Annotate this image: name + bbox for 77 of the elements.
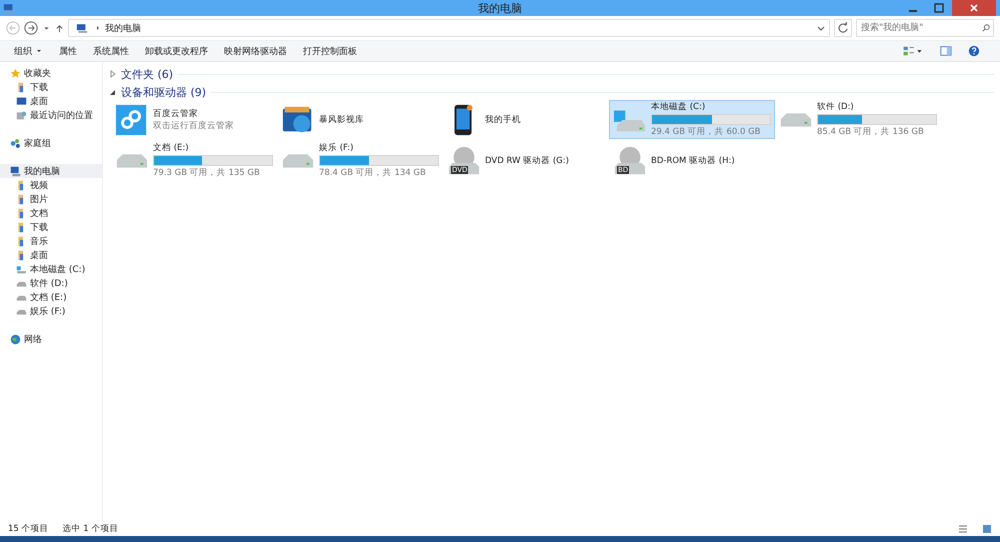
drive-icon [16,264,27,274]
sidebar-item[interactable]: 文档 [0,206,102,220]
item-count: 15 个项目 [8,522,49,534]
window-title: 我的电脑 [478,0,522,16]
cloud-app-icon [115,104,149,136]
group-header[interactable]: 设备和驱动器 (9) [121,84,206,100]
drive-tile[interactable]: 文档 (E:) 79.3 GB 可用，共 135 GB [111,141,277,180]
computer-icon [76,22,88,34]
sidebar-item[interactable]: 下载 [0,80,102,94]
details-view-icon[interactable] [958,524,968,534]
globe-icon [10,334,21,344]
search-icon [982,24,990,32]
sidebar-item[interactable]: 网络 [0,332,102,346]
chevron-down-icon[interactable] [817,24,825,32]
free-space-text: 29.4 GB 可用，共 60.0 GB [651,126,762,138]
hard-drive-icon [115,152,149,168]
refresh-icon[interactable] [834,19,852,37]
free-space-text: 78.4 GB 可用，共 134 GB [319,167,427,179]
toolbar-button[interactable]: 系统属性 [87,42,135,60]
address-field[interactable]: 我的电脑 [68,19,830,37]
preview-pane-icon[interactable] [940,45,952,57]
computer-icon [10,166,21,176]
homegroup-icon [10,138,21,148]
drive-tile[interactable]: 娱乐 (F:) 78.4 GB 可用，共 134 GB [277,141,443,180]
item-name: 百度云管家 [153,108,199,120]
toolbar-button[interactable]: 卸载或更改程序 [139,42,214,60]
toolbar-button[interactable]: 打开控制面板 [297,42,363,60]
free-space-text: 85.4 GB 可用，共 136 GB [817,126,925,138]
hard-drive-icon [281,152,315,168]
group-header[interactable]: 文件夹 (6) [121,66,174,82]
item-description: 双击运行百度云管家 [153,120,235,132]
sidebar-item[interactable]: 视频 [0,178,102,192]
sidebar-item[interactable]: 娱乐 (F:) [0,304,102,318]
item-name: DVD RW 驱动器 (G:) [485,154,570,166]
sidebar-item[interactable]: 下载 [0,220,102,234]
sidebar-item[interactable]: 音乐 [0,234,102,248]
drive-tile[interactable]: 本地磁盘 (C:) 29.4 GB 可用，共 60.0 GB [609,100,775,139]
sidebar-item[interactable]: 我的电脑 [0,164,102,178]
sidebar-item[interactable]: 软件 (D:) [0,276,102,290]
help-icon[interactable] [968,45,980,57]
item-name: 暴风影视库 [319,114,365,126]
chevron-icon [94,24,102,32]
close-button[interactable] [952,0,996,16]
hard-drive-icon [779,112,813,128]
sidebar-item[interactable]: 家庭组 [0,136,102,150]
item-name: 软件 (D:) [817,101,855,113]
sidebar-item[interactable]: 桌面 [0,248,102,262]
selection-count: 选中 1 个项目 [62,522,118,534]
desktop-icon [16,96,27,106]
tiles-view-icon[interactable] [982,524,992,534]
toolbar-button[interactable]: 组织 [8,42,49,60]
sidebar-item[interactable]: 文档 (E:) [0,290,102,304]
item-name: 娱乐 (F:) [319,142,354,154]
drive-tile[interactable]: 暴风影视库 [277,100,443,139]
computer-icon [3,2,15,14]
item-name: 我的手机 [485,114,522,126]
drive-tile[interactable]: 我的手机 [443,100,609,139]
item-name: 本地磁盘 (C:) [651,101,706,113]
view-options-icon[interactable] [902,45,924,57]
free-space-text: 79.3 GB 可用，共 135 GB [153,167,261,179]
forward-icon[interactable] [24,21,38,35]
star-icon [10,68,21,78]
sidebar-item[interactable]: 桌面 [0,94,102,108]
item-name: BD-ROM 驱动器 (H:) [651,154,736,166]
sidebar-item[interactable]: 本地磁盘 (C:) [0,262,102,276]
drive-tile[interactable]: 百度云管家 双击运行百度云管家 [111,100,277,139]
expand-icon[interactable] [109,70,117,78]
drive-tile[interactable]: 软件 (D:) 85.4 GB 可用，共 136 GB [775,100,941,139]
sidebar-item[interactable]: 收藏夹 [0,66,102,80]
toolbar-button[interactable]: 映射网络驱动器 [218,42,293,60]
sidebar-item[interactable]: 最近访问的位置 [0,108,102,122]
collapse-icon[interactable] [109,88,117,96]
item-name: 文档 (E:) [153,142,190,154]
up-arrow-icon[interactable] [55,24,64,32]
sidebar-item[interactable]: 图片 [0,192,102,206]
search-field[interactable]: 搜索"我的电脑" [856,19,994,37]
toolbar-button[interactable]: 属性 [53,42,83,60]
